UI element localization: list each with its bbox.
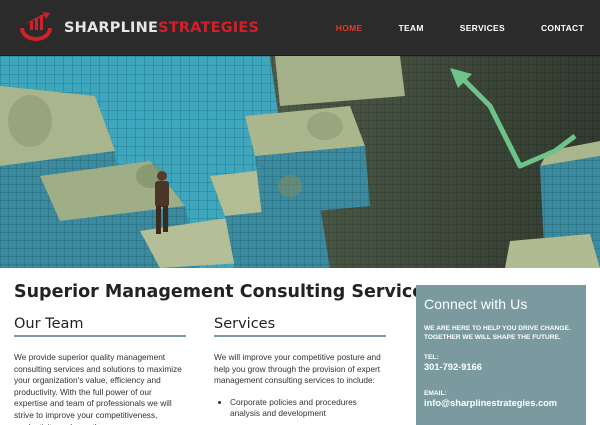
logo[interactable]: SHARPLINESTRATEGIES	[18, 10, 259, 46]
services-body: We will improve your competitive posture…	[214, 352, 381, 386]
connect-tagline-line1: WE ARE HERE TO HELP YOU DRIVE CHANGE.	[424, 325, 571, 332]
connect-heading: Connect with Us	[424, 296, 528, 312]
connect-tagline: WE ARE HERE TO HELP YOU DRIVE CHANGE. TO…	[424, 324, 578, 342]
nav-home-link[interactable]: HOME	[336, 23, 363, 33]
nav-team-link[interactable]: TEAM	[398, 23, 423, 33]
services-section: Services We will improve your competitiv…	[214, 316, 386, 420]
tel-label: TEL:	[424, 354, 439, 361]
connect-panel: Connect with Us WE ARE HERE TO HELP YOU …	[416, 285, 586, 425]
services-list-item: Corporate policies and procedures analys…	[230, 397, 386, 420]
services-heading: Services	[214, 316, 386, 337]
main-nav: HOME TEAM SERVICES CONTACT	[300, 0, 584, 56]
logo-text-part2: STRATEGIES	[158, 20, 260, 36]
site-header: SHARPLINESTRATEGIES HOME TEAM SERVICES C…	[0, 0, 600, 56]
logo-text: SHARPLINESTRATEGIES	[64, 20, 259, 36]
team-heading: Our Team	[14, 316, 186, 337]
nav-contact-link[interactable]: CONTACT	[541, 23, 584, 33]
connect-tagline-line2: TOGETHER WE WILL SHAPE THE FUTURE.	[424, 334, 561, 341]
services-list: Corporate policies and procedures analys…	[214, 397, 386, 420]
email-link[interactable]: info@sharplinestrategies.com	[424, 398, 578, 408]
nav-services-link[interactable]: SERVICES	[460, 23, 505, 33]
email-label: EMAIL:	[424, 390, 447, 397]
team-body: We provide superior quality management c…	[14, 352, 182, 425]
tel-link[interactable]: 301-792-9166	[424, 362, 578, 372]
page-title: Superior Management Consulting Services	[14, 282, 435, 302]
hero-illustration	[0, 56, 600, 268]
hero-image	[0, 56, 600, 268]
logo-text-part1: SHARPLINE	[64, 20, 159, 36]
logo-swoosh-icon	[20, 12, 52, 41]
team-section: Our Team We provide superior quality man…	[14, 316, 186, 425]
